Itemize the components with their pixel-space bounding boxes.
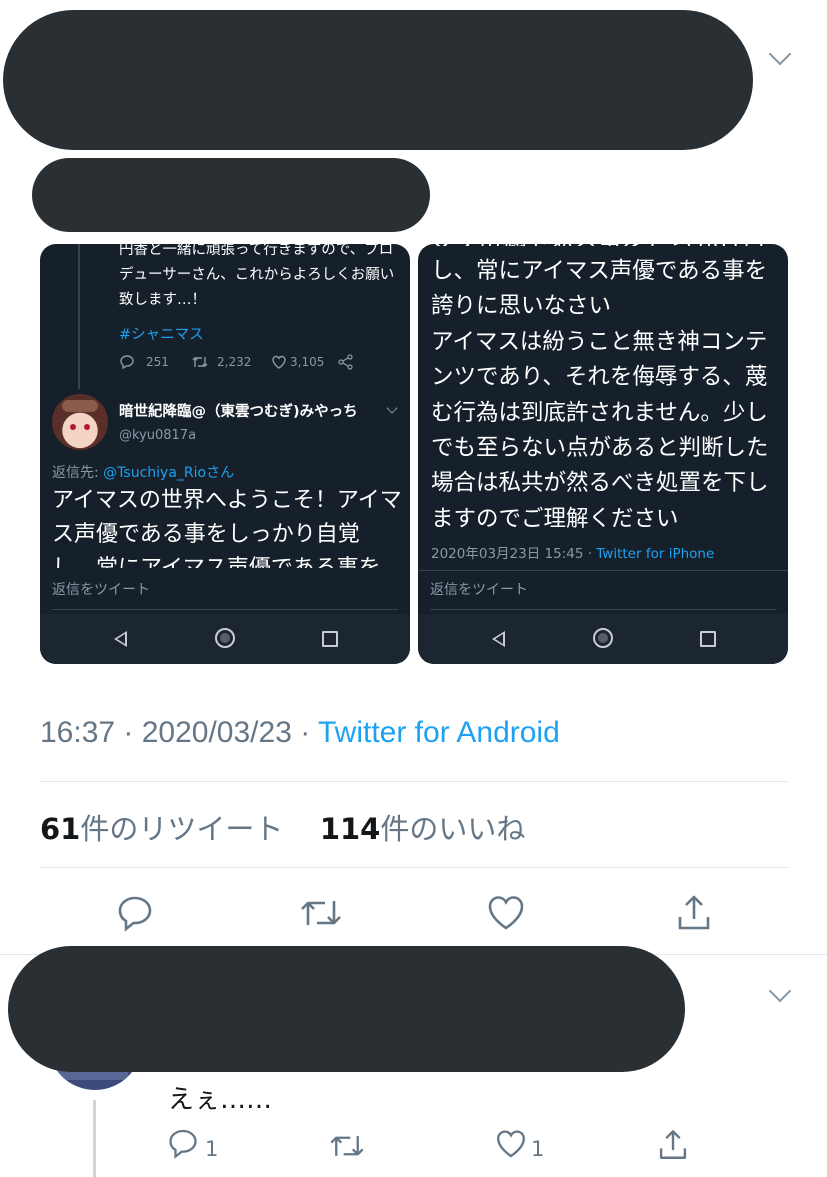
tweet-time: 16:37 · 2020/03/23 · <box>40 716 318 749</box>
attached-image-left[interactable]: 円香と一緒に頑張って行きますので、プロデューサーさん、これからよろしくお願い致し… <box>40 244 410 664</box>
thread-line <box>93 1100 96 1177</box>
divider <box>40 867 788 868</box>
reply-author-name[interactable]: 暗世紀降臨@（東雲つむぎ)みやっち <box>119 400 358 421</box>
chevron-down-icon[interactable] <box>768 42 792 66</box>
divider <box>40 781 788 782</box>
retweet-icon[interactable] <box>328 1129 366 1163</box>
like-count: 3,105 <box>290 355 325 369</box>
nav-recents-icon[interactable] <box>322 631 338 647</box>
tweet-body-text: し、常にアイマス声優である事を誇りに思いなさい アイマスは紛うこと無き神コンテン… <box>431 258 769 532</box>
thread-line <box>78 244 80 389</box>
retweets-stat[interactable]: 61件のリツイート <box>40 812 283 846</box>
divider <box>418 570 788 571</box>
tweet-meta: 16:37 · 2020/03/23 · Twitter for Android <box>40 716 560 750</box>
android-nav-bar <box>418 614 788 664</box>
reply-tweet-text: えぇ…… <box>168 1085 273 1115</box>
reply-to-handle[interactable]: @Tsuchiya_Rioさん <box>103 465 234 481</box>
prev-tweet-text: 円香と一緒に頑張って行きますので、プロデューサーさん、これからよろしくお願い致し… <box>119 244 395 308</box>
attached-image-right[interactable]: マス声優である事をしっかり自覚 し、常にアイマス声優である事を誇りに思いなさい … <box>418 244 788 664</box>
chevron-down-icon[interactable] <box>768 979 792 1003</box>
retweet-count: 2,232 <box>217 355 252 369</box>
redacted-reply-author <box>8 946 685 1072</box>
retweet-icon[interactable] <box>191 354 209 370</box>
reply-compose-bar[interactable]: 返信をツイート <box>52 573 398 610</box>
likes-stat[interactable]: 114件のいいね <box>320 812 526 846</box>
reply-icon[interactable] <box>119 354 135 370</box>
reply-count: 251 <box>146 355 169 369</box>
tweet-source-link[interactable]: Twitter for Android <box>318 716 560 749</box>
tweet-timestamp: 2020年03月23日 15:45 · <box>431 546 597 562</box>
nav-back-icon[interactable] <box>492 631 505 647</box>
heart-icon[interactable] <box>494 1128 528 1160</box>
retweet-count: 61 <box>40 812 81 846</box>
like-count: 1 <box>531 1137 545 1161</box>
reply-compose-bar[interactable]: 返信をツイート <box>430 573 776 610</box>
reply-to-line: 返信先: @Tsuchiya_Rioさん <box>52 462 234 482</box>
nav-recents-icon[interactable] <box>700 631 716 647</box>
engagement-stats: 61件のリツイート 114件のいいね <box>40 806 525 848</box>
avatar[interactable] <box>52 394 108 450</box>
heart-icon[interactable] <box>485 893 527 933</box>
nav-home-icon[interactable] <box>215 628 235 648</box>
retweet-label: 件のリツイート <box>80 812 284 846</box>
cut-off-top-line: マス声優である事をしっかり自覚 <box>430 244 780 246</box>
reply-placeholder: 返信をツイート <box>52 582 150 598</box>
reply-to-prefix: 返信先: <box>52 465 104 481</box>
android-nav-bar <box>40 614 410 664</box>
nav-back-icon[interactable] <box>114 631 127 647</box>
reply-icon[interactable] <box>115 893 155 933</box>
share-icon[interactable] <box>337 353 355 371</box>
reply-placeholder: 返信をツイート <box>430 582 528 598</box>
like-label: 件のいいね <box>380 812 526 846</box>
heart-icon[interactable] <box>271 354 287 370</box>
prev-tweet-actions: 251 2,232 3,105 <box>119 352 369 374</box>
share-icon[interactable] <box>656 1128 690 1162</box>
reply-text: アイマスの世界へようこそ！アイマス声優である事をしっかり自覚し、常にアイマス声優… <box>52 488 402 568</box>
nav-home-icon[interactable] <box>593 628 613 648</box>
like-count: 114 <box>319 812 381 846</box>
chevron-down-icon[interactable] <box>386 402 398 414</box>
redacted-author-name <box>3 10 753 150</box>
reply-icon[interactable] <box>166 1127 200 1161</box>
tweet-timestamp-line: 2020年03月23日 15:45 · Twitter for iPhone <box>431 542 714 562</box>
share-icon[interactable] <box>674 893 714 933</box>
reply-author-handle: @kyu0817a <box>119 428 197 443</box>
retweet-icon[interactable] <box>298 893 344 933</box>
tweet-source[interactable]: Twitter for iPhone <box>596 546 714 562</box>
redacted-author-handle <box>32 158 430 232</box>
reply-count: 1 <box>205 1137 219 1161</box>
hashtag-link[interactable]: #シャニマス <box>119 323 204 344</box>
